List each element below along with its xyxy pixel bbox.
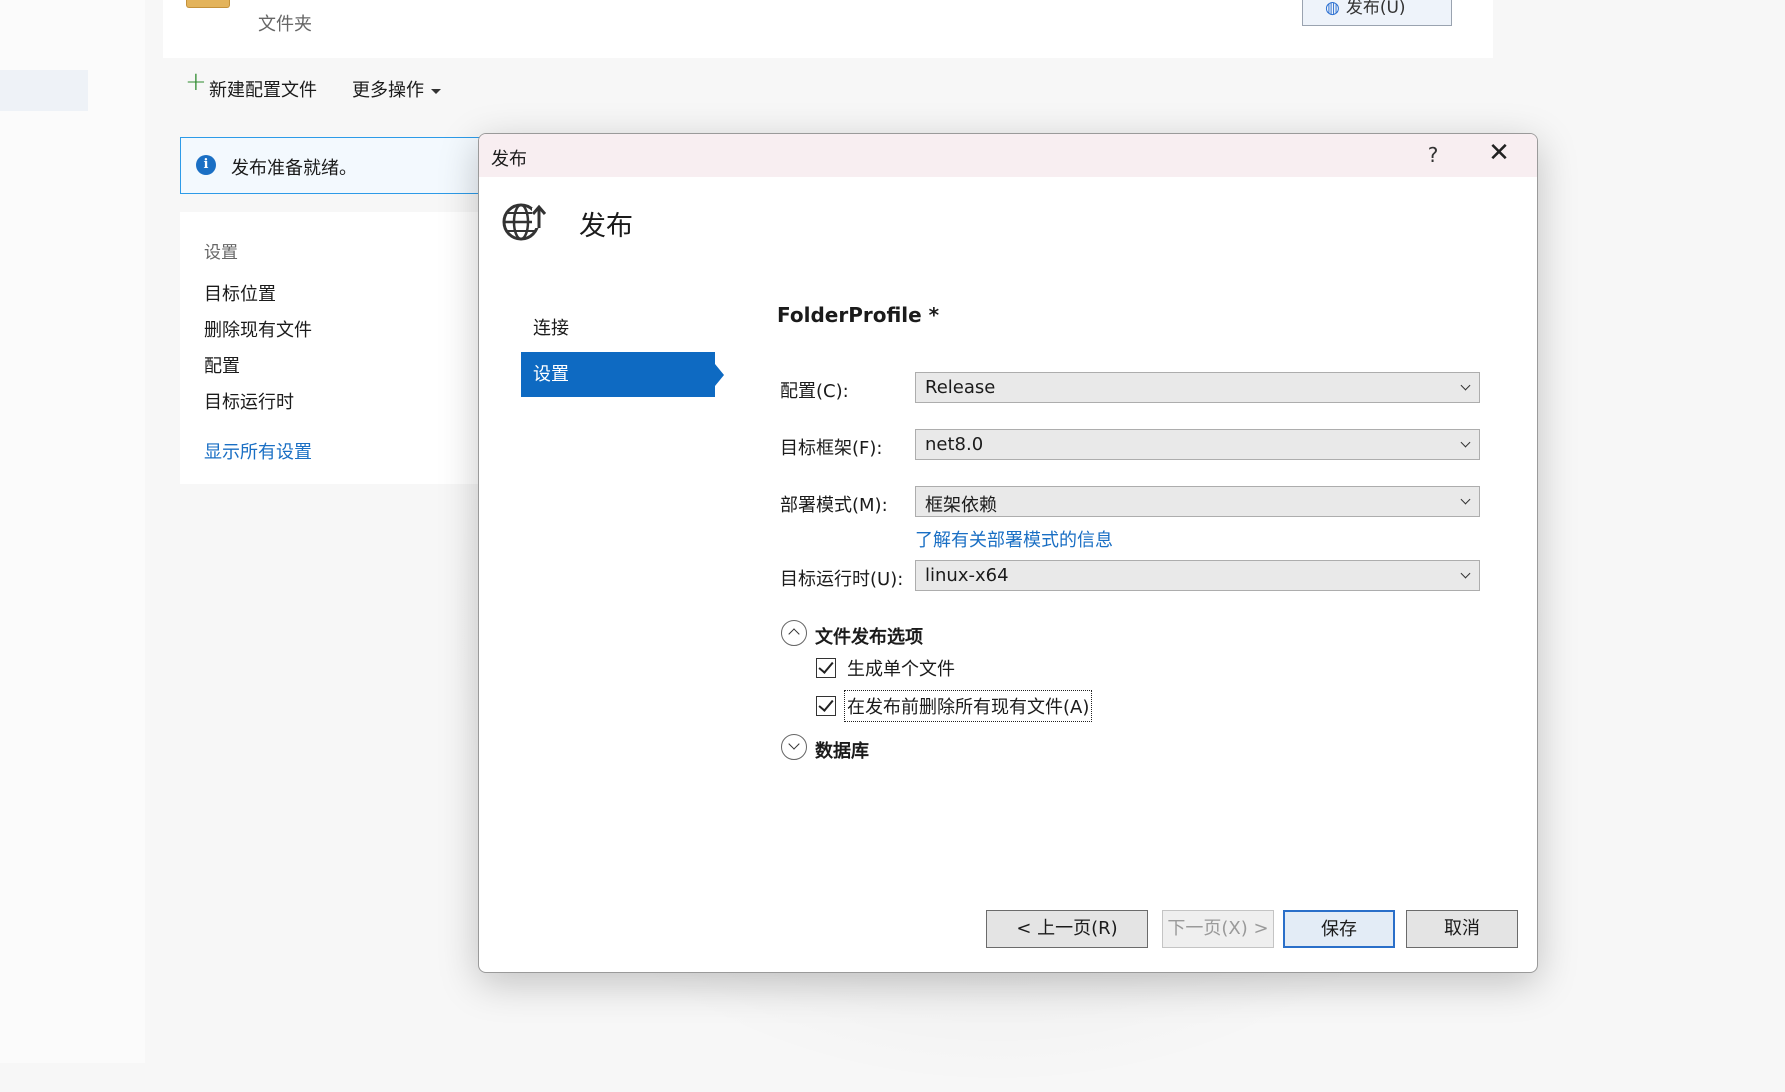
publish-button-label: 发布(U) bbox=[1345, 0, 1406, 18]
help-button[interactable]: ? bbox=[1421, 143, 1445, 167]
chevron-up-icon bbox=[788, 628, 800, 640]
file-publish-options-toggle[interactable] bbox=[781, 620, 807, 646]
plus-icon: + bbox=[185, 67, 207, 97]
new-profile-label: 新建配置文件 bbox=[209, 80, 317, 101]
info-icon: i bbox=[196, 155, 216, 175]
chevron-down-icon bbox=[788, 738, 800, 750]
target-framework-value: net8.0 bbox=[925, 434, 984, 455]
target-framework-label: 目标框架(F): bbox=[780, 438, 883, 459]
checkmark-icon bbox=[818, 658, 834, 674]
chevron-down-icon bbox=[431, 88, 441, 94]
single-file-label[interactable]: 生成单个文件 bbox=[847, 655, 955, 681]
profile-type-label: 文件夹 bbox=[258, 14, 312, 35]
nav-item-connection[interactable]: 连接 bbox=[521, 306, 715, 351]
configuration-value: Release bbox=[925, 377, 996, 398]
publish-dialog: 发布 ? ✕ 发布 连接 设置 FolderProfile * 配置(C): R… bbox=[478, 133, 1538, 973]
more-actions-label: 更多操作 bbox=[352, 80, 424, 101]
chevron-down-icon bbox=[1460, 568, 1471, 579]
chevron-down-icon bbox=[1460, 494, 1471, 505]
dialog-titlebar[interactable]: 发布 ? ✕ bbox=[479, 134, 1537, 177]
configuration-select[interactable]: Release bbox=[915, 372, 1480, 403]
chevron-down-icon bbox=[1460, 437, 1471, 448]
database-section-title: 数据库 bbox=[815, 741, 869, 762]
settings-heading: 设置 bbox=[204, 243, 238, 263]
profile-header-card bbox=[163, 0, 1493, 58]
deployment-mode-info-link[interactable]: 了解有关部署模式的信息 bbox=[915, 526, 1113, 552]
cancel-button[interactable]: 取消 bbox=[1406, 910, 1518, 948]
show-all-settings-link[interactable]: 显示所有设置 bbox=[204, 438, 312, 464]
publish-icon: ◍ bbox=[1325, 0, 1340, 18]
info-bar-text: 发布准备就绪。 bbox=[231, 158, 357, 179]
settings-item-target-location: 目标位置 bbox=[204, 284, 276, 305]
deployment-mode-select[interactable]: 框架依赖 bbox=[915, 486, 1480, 517]
next-button[interactable]: 下一页(X) > bbox=[1162, 910, 1274, 948]
deployment-mode-label: 部署模式(M): bbox=[780, 495, 888, 516]
save-button[interactable]: 保存 bbox=[1283, 910, 1395, 948]
chevron-down-icon bbox=[1460, 380, 1471, 391]
configuration-label: 配置(C): bbox=[780, 381, 849, 402]
single-file-checkbox[interactable] bbox=[816, 658, 836, 678]
file-publish-options-title: 文件发布选项 bbox=[815, 627, 923, 648]
settings-item-delete-existing: 删除现有文件 bbox=[204, 320, 312, 341]
folder-icon bbox=[186, 0, 230, 8]
deployment-mode-value: 框架依赖 bbox=[925, 495, 997, 516]
dialog-window-title: 发布 bbox=[491, 149, 527, 170]
nav-item-settings[interactable]: 设置 bbox=[521, 352, 715, 397]
globe-publish-icon bbox=[502, 203, 547, 241]
target-runtime-value: linux-x64 bbox=[925, 565, 1009, 586]
info-bar: i 发布准备就绪。 bbox=[180, 137, 481, 194]
publish-button[interactable]: ◍ 发布(U) bbox=[1302, 0, 1452, 26]
more-actions-dropdown[interactable]: 更多操作 bbox=[352, 76, 441, 102]
delete-existing-files-checkbox[interactable] bbox=[816, 696, 836, 716]
target-runtime-select[interactable]: linux-x64 bbox=[915, 560, 1480, 591]
nav-selected-arrow bbox=[715, 364, 724, 386]
delete-existing-files-label[interactable]: 在发布前删除所有现有文件(A) bbox=[843, 690, 1093, 722]
profile-title: FolderProfile * bbox=[777, 303, 940, 327]
settings-item-target-runtime: 目标运行时 bbox=[204, 392, 294, 413]
new-profile-button[interactable]: + 新建配置文件 bbox=[185, 67, 317, 102]
settings-item-configuration: 配置 bbox=[204, 356, 240, 377]
close-button[interactable]: ✕ bbox=[1481, 138, 1517, 168]
dialog-header-title: 发布 bbox=[579, 211, 633, 242]
checkmark-icon bbox=[818, 696, 834, 712]
settings-summary-panel: 设置 目标位置 删除现有文件 配置 目标运行时 显示所有设置 bbox=[180, 212, 480, 484]
target-runtime-label: 目标运行时(U): bbox=[780, 569, 904, 590]
navigation-strip bbox=[0, 0, 145, 1063]
target-framework-select[interactable]: net8.0 bbox=[915, 429, 1480, 460]
nav-selected-highlight bbox=[0, 70, 88, 111]
database-section-toggle[interactable] bbox=[781, 734, 807, 760]
previous-button[interactable]: < 上一页(R) bbox=[986, 910, 1148, 948]
